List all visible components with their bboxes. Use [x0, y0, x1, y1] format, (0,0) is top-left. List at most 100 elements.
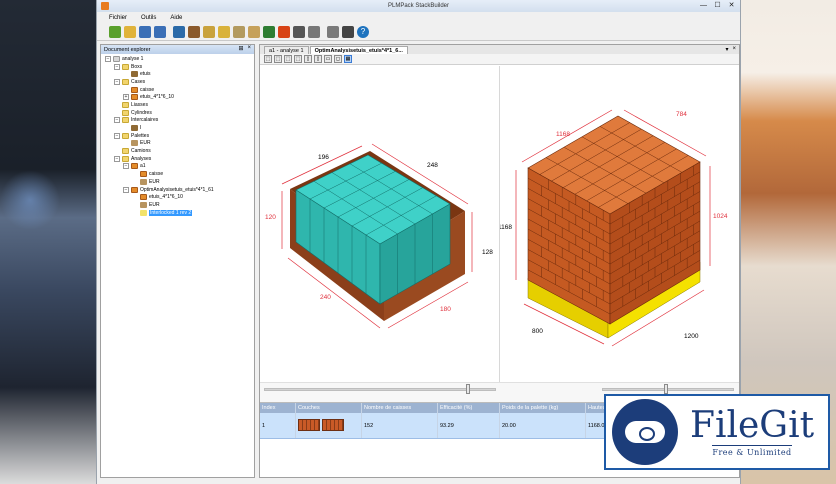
save-all-icon[interactable] [154, 25, 166, 38]
left-angle-slider-track[interactable] [264, 388, 496, 391]
tree-item-label: Camions [131, 148, 151, 155]
tree-item[interactable]: Interlocked 1 rev 2 [101, 209, 254, 217]
view-button-6[interactable]: ▯ [314, 55, 322, 63]
tree-item[interactable]: Liasses [101, 101, 254, 109]
new-pallet-icon[interactable] [248, 25, 260, 38]
right-angle-slider-track[interactable] [602, 388, 734, 391]
new-case-analysis-icon[interactable] [293, 25, 305, 38]
tree-item-label: Liasses [131, 101, 148, 108]
document-explorer-title: Document explorer [104, 46, 151, 53]
col-pallet-weight[interactable]: Poids de la palette (kg) [500, 403, 586, 413]
tree-item-label: etuis [140, 71, 151, 78]
collapse-icon[interactable]: − [114, 117, 120, 124]
box-icon [131, 163, 138, 170]
col-efficiency[interactable]: Efficacité (%) [438, 403, 500, 413]
case-3d-view[interactable]: 196 248 120 128 240 180 [260, 66, 500, 382]
tree-item[interactable]: + etuis_4*1*6_10 [101, 93, 254, 101]
tab-analyse-1[interactable]: a1 - analyse 1 [264, 46, 309, 54]
tree-item[interactable]: EUR [101, 178, 254, 186]
tab-optim-analysis[interactable]: OptimAnalysisetuis_etuis*4*1_6... [309, 46, 408, 54]
case-icon [131, 125, 138, 132]
new-box-icon[interactable] [173, 25, 185, 38]
cell-layers [296, 413, 362, 438]
menu-bar: Fichier Outils Aide [97, 12, 740, 23]
tree-item[interactable]: − a1 [101, 163, 254, 171]
save-icon[interactable] [139, 25, 151, 38]
help-icon[interactable]: ? [357, 25, 369, 38]
view-button-1[interactable]: ⬚ [264, 55, 272, 63]
collapse-icon[interactable]: − [123, 163, 129, 170]
tree-item-label: Analyses [131, 155, 152, 162]
tree-item[interactable]: I [101, 124, 254, 132]
col-case-count[interactable]: Nombre de caisses [362, 403, 438, 413]
open-folder-icon[interactable] [124, 25, 136, 38]
menu-fichier[interactable]: Fichier [109, 15, 127, 21]
pallet-3d-view[interactable]: 1168 784 1168 1024 800 1200 [498, 66, 739, 382]
col-layers[interactable]: Couches [296, 403, 362, 413]
tree-item[interactable]: caisse [101, 86, 254, 94]
case-drawing: 196 248 120 128 240 180 [265, 143, 493, 329]
tree-item[interactable]: − Boxs [101, 63, 254, 71]
menu-aide[interactable]: Aide [170, 15, 182, 21]
tree-item-label: I [140, 125, 142, 132]
new-cylinder-icon[interactable] [218, 25, 230, 38]
tab-menu-icon[interactable]: ▾ [725, 46, 728, 53]
tree-item[interactable]: − analyse 1 [101, 55, 254, 63]
pallet-dim-bottom-depth: 800 [532, 328, 543, 335]
new-case-icon[interactable] [188, 25, 200, 38]
maximize-button[interactable]: ☐ [713, 2, 722, 10]
collapse-icon[interactable]: − [114, 155, 120, 162]
tree-item-label: EUR [140, 140, 151, 147]
tree-item[interactable]: Cylindres [101, 109, 254, 117]
view-button-4[interactable]: ⬚ [294, 55, 302, 63]
collapse-icon[interactable]: − [114, 132, 120, 139]
view-button-8[interactable]: ◻ [334, 55, 342, 63]
left-angle-slider-thumb[interactable] [466, 384, 470, 394]
tree-item-label: etuis_4*1*6_10 [149, 194, 183, 201]
optimise-icon[interactable] [327, 25, 339, 38]
pin-icon[interactable]: ⊞ [238, 45, 243, 52]
tree-item[interactable]: − Cases [101, 78, 254, 86]
right-angle-slider-thumb[interactable] [664, 384, 668, 394]
tree-item[interactable]: EUR [101, 201, 254, 209]
tree-item[interactable]: Camions [101, 147, 254, 155]
new-truck-icon[interactable] [263, 25, 275, 38]
close-tab-icon[interactable]: × [732, 46, 736, 53]
case-dim-top-width: 248 [427, 162, 438, 169]
view-button-2[interactable]: ⬚ [274, 55, 282, 63]
view-button-7[interactable]: ▭ [324, 55, 332, 63]
view-button-3[interactable]: ⬚ [284, 55, 292, 63]
menu-outils[interactable]: Outils [141, 15, 156, 21]
tree-item[interactable]: − Intercalaires [101, 117, 254, 125]
new-interlayer-icon[interactable] [233, 25, 245, 38]
close-window-button[interactable]: ✕ [727, 2, 736, 10]
window-title: PLMPack StackBuilder [387, 3, 450, 9]
new-analysis-icon[interactable] [278, 25, 290, 38]
collapse-icon[interactable]: − [105, 55, 111, 62]
close-panel-icon[interactable]: × [247, 45, 251, 52]
folder-icon [122, 148, 129, 155]
collapse-icon[interactable]: − [123, 186, 129, 193]
new-bundle-icon[interactable] [203, 25, 215, 38]
tree-item[interactable]: caisse [101, 170, 254, 178]
ect-analysis-icon[interactable] [342, 25, 354, 38]
tree-item[interactable]: − Palettes [101, 132, 254, 140]
view-button-9[interactable]: ▦ [344, 55, 352, 63]
tree-item[interactable]: − Analyses [101, 155, 254, 163]
minimize-button[interactable]: — [699, 2, 708, 10]
tree-item[interactable]: − OptimAnalysisetuis_etuis*4*1_61 [101, 186, 254, 194]
tree-item[interactable]: etuis [101, 70, 254, 78]
col-index[interactable]: Index [260, 403, 296, 413]
collapse-icon[interactable]: − [114, 63, 120, 70]
new-truck-analysis-icon[interactable] [308, 25, 320, 38]
expand-icon[interactable]: + [123, 94, 129, 101]
pallet-icon [131, 140, 138, 147]
pallet-dim-right-height: 1024 [713, 213, 728, 220]
background-blob [0, 170, 60, 230]
tree-item[interactable]: etuis_4*1*6_10 [101, 193, 254, 201]
collapse-icon[interactable]: − [114, 78, 120, 85]
view-button-5[interactable]: ▯ [304, 55, 312, 63]
new-document-icon[interactable] [109, 25, 121, 38]
tree-item[interactable]: EUR [101, 140, 254, 148]
tree-item-label: Interlocked 1 rev 2 [149, 209, 193, 216]
